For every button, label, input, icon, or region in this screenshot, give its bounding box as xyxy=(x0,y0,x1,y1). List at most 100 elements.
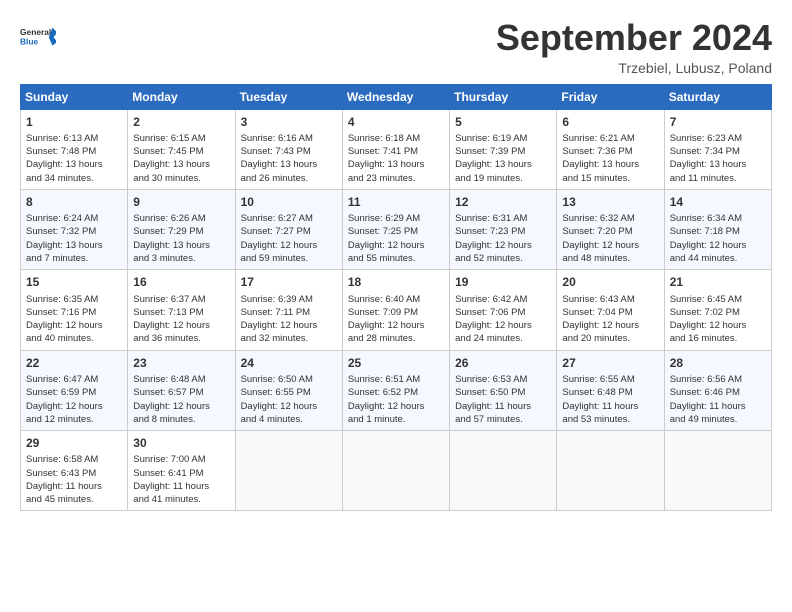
calendar-cell: 12 Sunrise: 6:31 AM Sunset: 7:23 PM Dayli… xyxy=(450,189,557,269)
calendar-cell: 24Sunrise: 6:50 AM Sunset: 6:55 PM Dayli… xyxy=(235,350,342,430)
calendar-cell: 22 Sunrise: 6:47 AM Sunset: 6:59 PM Dayli… xyxy=(21,350,128,430)
calendar-cell: 25Sunrise: 6:51 AM Sunset: 6:52 PM Dayli… xyxy=(342,350,449,430)
day-number: 28 xyxy=(670,355,766,371)
day-number: 26 xyxy=(455,355,551,371)
day-info: Sunrise: 6:23 AM Sunset: 7:34 PM Dayligh… xyxy=(670,132,766,185)
logo-svg: General Blue xyxy=(20,18,56,54)
calendar-table: Sunday Monday Tuesday Wednesday Thursday… xyxy=(20,84,772,512)
calendar-cell: 18Sunrise: 6:40 AM Sunset: 7:09 PM Dayli… xyxy=(342,270,449,350)
calendar-cell: 1 Sunrise: 6:13 AM Sunset: 7:48 PM Daylig… xyxy=(21,109,128,189)
svg-text:General: General xyxy=(20,27,51,37)
calendar-cell: 27 Sunrise: 6:55 AM Sunset: 6:48 PM Dayli… xyxy=(557,350,664,430)
col-thursday: Thursday xyxy=(450,84,557,109)
day-info: Sunrise: 6:27 AM Sunset: 7:27 PM Dayligh… xyxy=(241,212,337,265)
day-number: 1 xyxy=(26,114,122,130)
title-block: September 2024 Trzebiel, Lubusz, Poland xyxy=(496,18,772,76)
calendar-cell: 19 Sunrise: 6:42 AM Sunset: 7:06 PM Dayli… xyxy=(450,270,557,350)
day-info: Sunrise: 6:48 AM Sunset: 6:57 PM Dayligh… xyxy=(133,373,229,426)
calendar-week-5: 29 Sunrise: 6:58 AM Sunset: 6:43 PM Dayli… xyxy=(21,431,772,511)
day-number: 19 xyxy=(455,274,551,290)
day-info: Sunrise: 6:18 AM Sunset: 7:41 PM Dayligh… xyxy=(348,132,444,185)
day-number: 9 xyxy=(133,194,229,210)
day-info: Sunrise: 6:16 AM Sunset: 7:43 PM Dayligh… xyxy=(241,132,337,185)
calendar-cell: 9 Sunrise: 6:26 AM Sunset: 7:29 PM Daylig… xyxy=(128,189,235,269)
day-info: Sunrise: 6:35 AM Sunset: 7:16 PM Dayligh… xyxy=(26,293,122,346)
calendar-cell xyxy=(235,431,342,511)
calendar-cell xyxy=(342,431,449,511)
day-info: Sunrise: 6:31 AM Sunset: 7:23 PM Dayligh… xyxy=(455,212,551,265)
calendar-cell xyxy=(557,431,664,511)
calendar-cell: 8 Sunrise: 6:24 AM Sunset: 7:32 PM Daylig… xyxy=(21,189,128,269)
calendar-cell: 4 Sunrise: 6:18 AM Sunset: 7:41 PM Daylig… xyxy=(342,109,449,189)
day-number: 8 xyxy=(26,194,122,210)
day-number: 17 xyxy=(241,274,337,290)
day-number: 15 xyxy=(26,274,122,290)
calendar-cell: 15 Sunrise: 6:35 AM Sunset: 7:16 PM Dayli… xyxy=(21,270,128,350)
day-number: 20 xyxy=(562,274,658,290)
day-info: Sunrise: 6:58 AM Sunset: 6:43 PM Dayligh… xyxy=(26,453,122,506)
calendar-cell xyxy=(450,431,557,511)
location-subtitle: Trzebiel, Lubusz, Poland xyxy=(496,60,772,76)
col-monday: Monday xyxy=(128,84,235,109)
calendar-week-3: 15 Sunrise: 6:35 AM Sunset: 7:16 PM Dayli… xyxy=(21,270,772,350)
day-info: Sunrise: 6:34 AM Sunset: 7:18 PM Dayligh… xyxy=(670,212,766,265)
day-number: 30 xyxy=(133,435,229,451)
day-number: 29 xyxy=(26,435,122,451)
calendar-cell: 5Sunrise: 6:19 AM Sunset: 7:39 PM Daylig… xyxy=(450,109,557,189)
day-number: 4 xyxy=(348,114,444,130)
day-number: 22 xyxy=(26,355,122,371)
col-wednesday: Wednesday xyxy=(342,84,449,109)
calendar-cell: 30 Sunrise: 7:00 AM Sunset: 6:41 PM Dayli… xyxy=(128,431,235,511)
calendar-cell: 10Sunrise: 6:27 AM Sunset: 7:27 PM Dayli… xyxy=(235,189,342,269)
logo: General Blue xyxy=(20,18,56,54)
header: General Blue September 2024 Trzebiel, Lu… xyxy=(20,18,772,76)
day-info: Sunrise: 6:19 AM Sunset: 7:39 PM Dayligh… xyxy=(455,132,551,185)
calendar-cell: 28 Sunrise: 6:56 AM Sunset: 6:46 PM Dayli… xyxy=(664,350,771,430)
day-number: 12 xyxy=(455,194,551,210)
calendar-cell: 20 Sunrise: 6:43 AM Sunset: 7:04 PM Dayli… xyxy=(557,270,664,350)
day-info: Sunrise: 6:47 AM Sunset: 6:59 PM Dayligh… xyxy=(26,373,122,426)
day-info: Sunrise: 6:15 AM Sunset: 7:45 PM Dayligh… xyxy=(133,132,229,185)
day-info: Sunrise: 6:29 AM Sunset: 7:25 PM Dayligh… xyxy=(348,212,444,265)
col-saturday: Saturday xyxy=(664,84,771,109)
calendar-cell: 3 Sunrise: 6:16 AM Sunset: 7:43 PM Daylig… xyxy=(235,109,342,189)
calendar-cell: 13 Sunrise: 6:32 AM Sunset: 7:20 PM Dayli… xyxy=(557,189,664,269)
calendar-cell: 6 Sunrise: 6:21 AM Sunset: 7:36 PM Daylig… xyxy=(557,109,664,189)
col-tuesday: Tuesday xyxy=(235,84,342,109)
day-number: 3 xyxy=(241,114,337,130)
day-number: 25 xyxy=(348,355,444,371)
calendar-week-1: 1 Sunrise: 6:13 AM Sunset: 7:48 PM Daylig… xyxy=(21,109,772,189)
day-info: Sunrise: 6:32 AM Sunset: 7:20 PM Dayligh… xyxy=(562,212,658,265)
day-info: Sunrise: 6:13 AM Sunset: 7:48 PM Dayligh… xyxy=(26,132,122,185)
day-info: Sunrise: 6:26 AM Sunset: 7:29 PM Dayligh… xyxy=(133,212,229,265)
calendar-cell: 26 Sunrise: 6:53 AM Sunset: 6:50 PM Dayli… xyxy=(450,350,557,430)
day-number: 7 xyxy=(670,114,766,130)
calendar-week-2: 8 Sunrise: 6:24 AM Sunset: 7:32 PM Daylig… xyxy=(21,189,772,269)
day-info: Sunrise: 6:42 AM Sunset: 7:06 PM Dayligh… xyxy=(455,293,551,346)
day-info: Sunrise: 6:24 AM Sunset: 7:32 PM Dayligh… xyxy=(26,212,122,265)
day-info: Sunrise: 7:00 AM Sunset: 6:41 PM Dayligh… xyxy=(133,453,229,506)
day-number: 27 xyxy=(562,355,658,371)
calendar-header-row: Sunday Monday Tuesday Wednesday Thursday… xyxy=(21,84,772,109)
calendar-cell: 17 Sunrise: 6:39 AM Sunset: 7:11 PM Dayli… xyxy=(235,270,342,350)
day-number: 13 xyxy=(562,194,658,210)
col-sunday: Sunday xyxy=(21,84,128,109)
day-info: Sunrise: 6:43 AM Sunset: 7:04 PM Dayligh… xyxy=(562,293,658,346)
day-info: Sunrise: 6:21 AM Sunset: 7:36 PM Dayligh… xyxy=(562,132,658,185)
calendar-cell: 23Sunrise: 6:48 AM Sunset: 6:57 PM Dayli… xyxy=(128,350,235,430)
calendar-cell: 21Sunrise: 6:45 AM Sunset: 7:02 PM Dayli… xyxy=(664,270,771,350)
day-info: Sunrise: 6:53 AM Sunset: 6:50 PM Dayligh… xyxy=(455,373,551,426)
calendar-week-4: 22 Sunrise: 6:47 AM Sunset: 6:59 PM Dayli… xyxy=(21,350,772,430)
day-info: Sunrise: 6:56 AM Sunset: 6:46 PM Dayligh… xyxy=(670,373,766,426)
day-number: 24 xyxy=(241,355,337,371)
calendar-cell: 2Sunrise: 6:15 AM Sunset: 7:45 PM Daylig… xyxy=(128,109,235,189)
svg-text:Blue: Blue xyxy=(20,36,39,46)
calendar-cell: 11Sunrise: 6:29 AM Sunset: 7:25 PM Dayli… xyxy=(342,189,449,269)
day-number: 6 xyxy=(562,114,658,130)
day-info: Sunrise: 6:39 AM Sunset: 7:11 PM Dayligh… xyxy=(241,293,337,346)
day-number: 16 xyxy=(133,274,229,290)
day-info: Sunrise: 6:55 AM Sunset: 6:48 PM Dayligh… xyxy=(562,373,658,426)
day-info: Sunrise: 6:40 AM Sunset: 7:09 PM Dayligh… xyxy=(348,293,444,346)
day-number: 14 xyxy=(670,194,766,210)
day-info: Sunrise: 6:37 AM Sunset: 7:13 PM Dayligh… xyxy=(133,293,229,346)
